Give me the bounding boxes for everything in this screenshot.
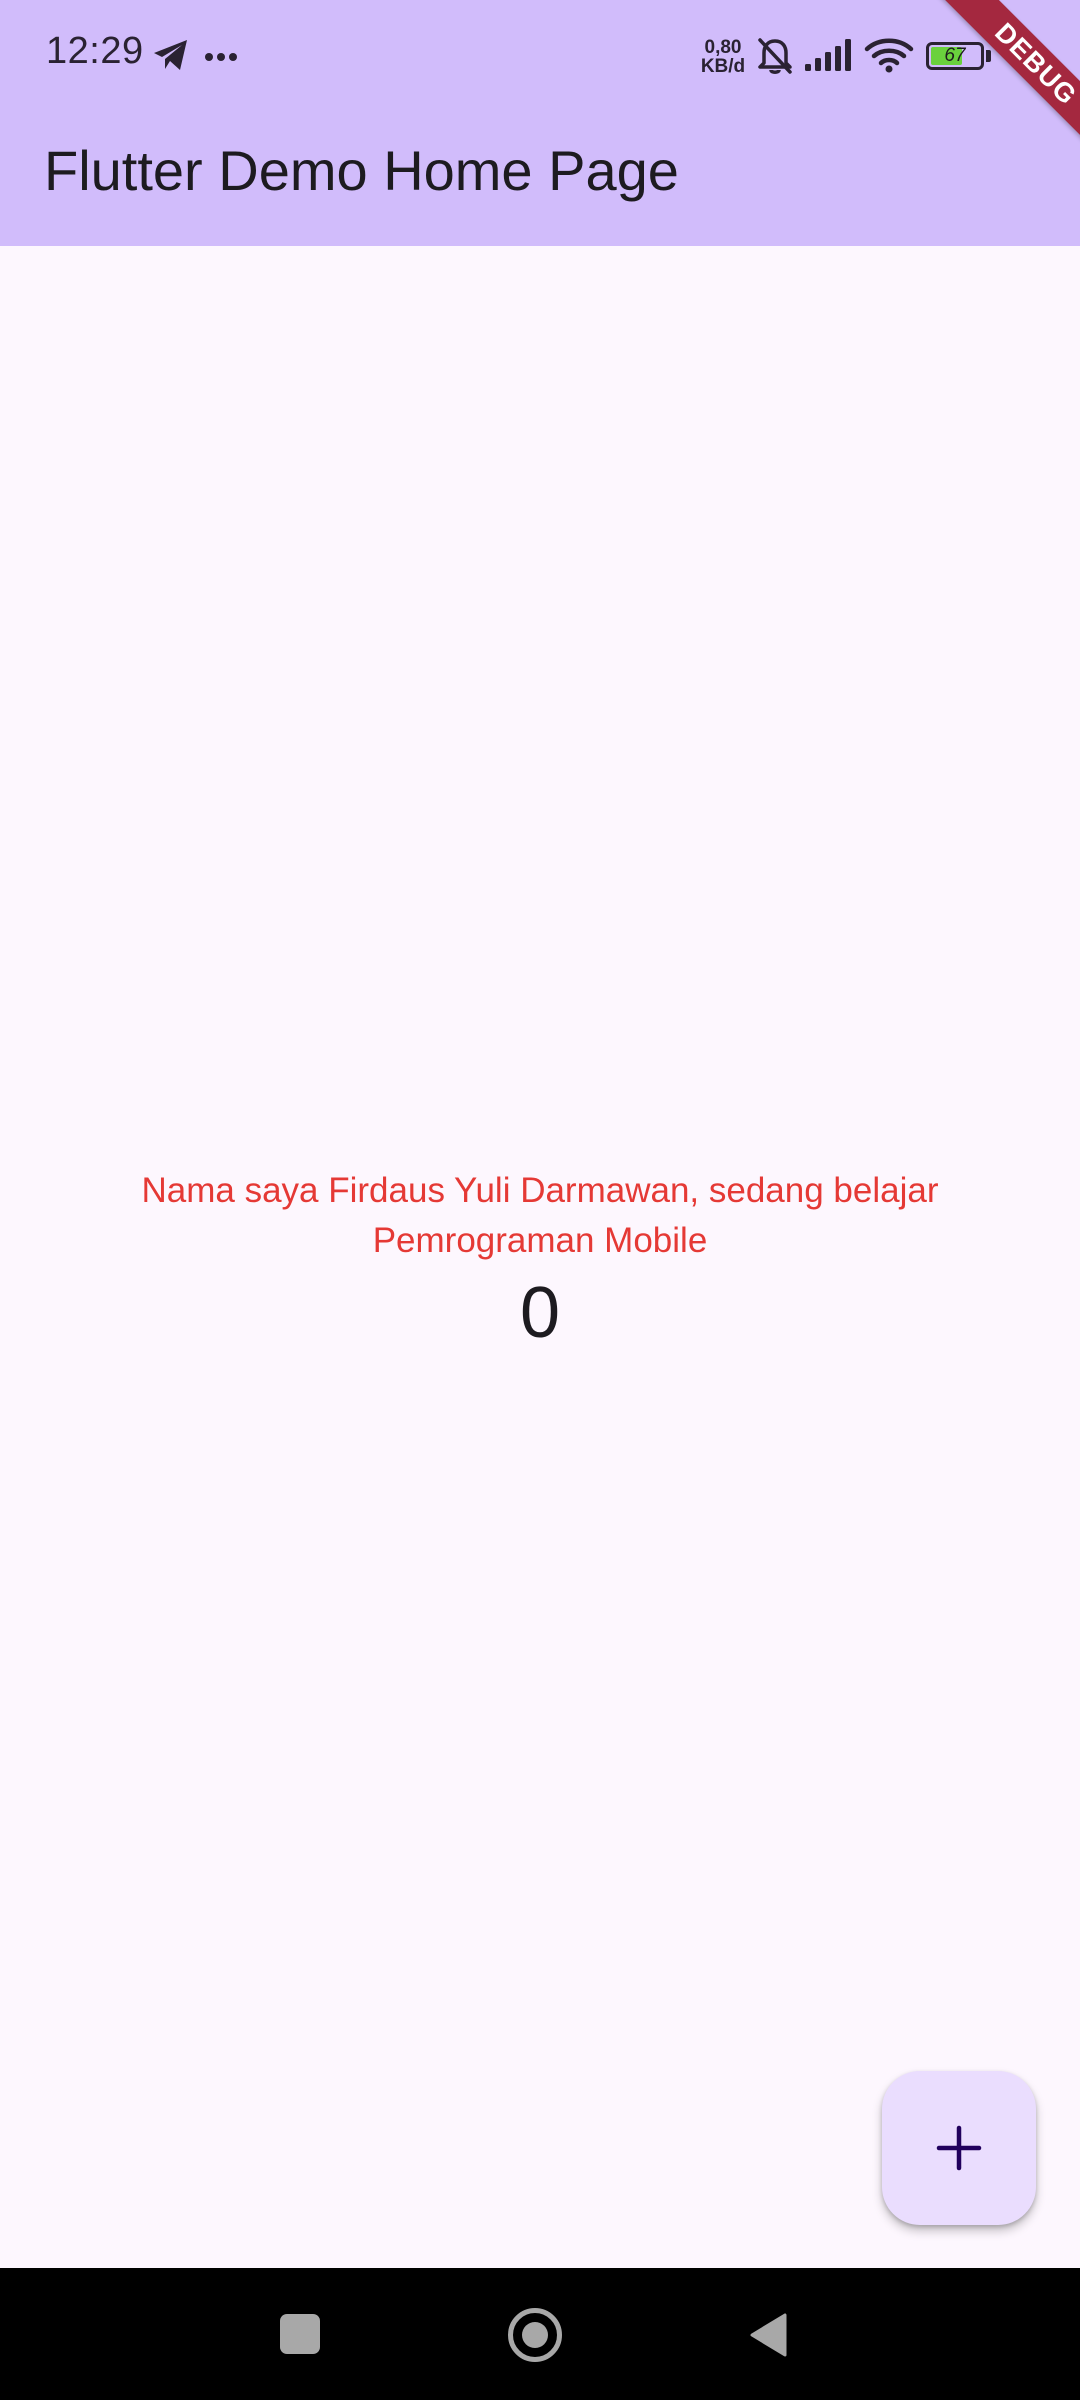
net-speed-unit: KB/d bbox=[700, 56, 746, 77]
plus-icon bbox=[936, 2125, 982, 2171]
home-button-dot bbox=[522, 2322, 548, 2348]
home-button[interactable] bbox=[508, 2308, 562, 2362]
app-screen: 12:29 0,80 KB/d 67 Flutter Demo Home Pag… bbox=[0, 0, 1080, 2400]
battery-percent: 67 bbox=[944, 45, 966, 66]
navigation-bar bbox=[0, 2268, 1080, 2400]
status-bar: 12:29 0,80 KB/d 67 bbox=[0, 0, 1080, 112]
net-speed-value: 0,80 bbox=[704, 37, 742, 58]
app-bar: 12:29 0,80 KB/d 67 Flutter Demo Home Pag… bbox=[0, 0, 1080, 246]
status-time: 12:29 bbox=[46, 30, 144, 72]
signal-icon bbox=[805, 39, 851, 71]
main-content: Nama saya Firdaus Yuli Darmawan, sedang … bbox=[60, 1166, 1020, 1356]
bell-muted-icon bbox=[758, 38, 792, 74]
wifi-icon bbox=[864, 38, 914, 73]
increment-fab-button[interactable] bbox=[882, 2071, 1036, 2225]
page-title: Flutter Demo Home Page bbox=[44, 139, 679, 202]
more-dots-icon bbox=[205, 53, 237, 61]
back-button[interactable] bbox=[748, 2312, 788, 2358]
battery-cap bbox=[986, 50, 991, 62]
telegram-icon bbox=[154, 40, 187, 70]
intro-text: Nama saya Firdaus Yuli Darmawan, sedang … bbox=[141, 1171, 939, 1260]
battery-icon: 67 bbox=[926, 42, 984, 70]
net-speed-indicator: 0,80 KB/d bbox=[697, 38, 749, 76]
counter-value: 0 bbox=[519, 1273, 561, 1353]
recents-button[interactable] bbox=[280, 2314, 320, 2354]
